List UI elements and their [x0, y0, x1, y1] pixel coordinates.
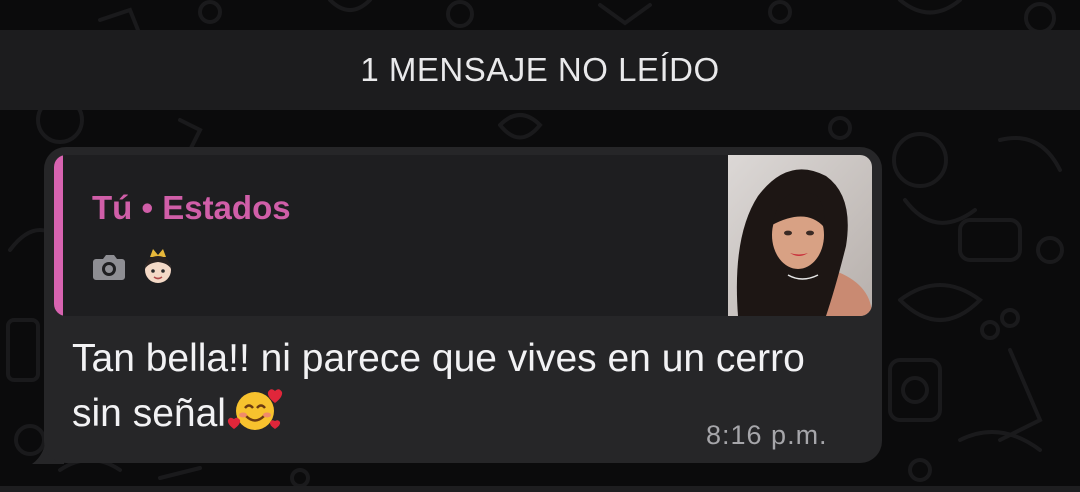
- camera-icon: [93, 255, 125, 280]
- status-photo-thumbnail[interactable]: [728, 155, 872, 316]
- quoted-status-reply[interactable]: Tú • Estados: [54, 155, 872, 316]
- quote-author: Tú • Estados: [92, 189, 291, 226]
- princess-emoji-icon: [145, 249, 171, 283]
- quote-meta: [92, 247, 178, 287]
- message-timestamp: 8:16 p.m.: [706, 420, 828, 450]
- unread-messages-banner: 1 MENSAJE NO LEÍDO: [0, 30, 1080, 110]
- message-body: Tan bella!! ni parece que vives en un ce…: [72, 337, 805, 435]
- smiling-face-with-hearts-emoji: [227, 389, 283, 430]
- unread-messages-label: 1 MENSAJE NO LEÍDO: [360, 51, 720, 88]
- bottom-divider: [0, 486, 1080, 492]
- chat-screen: 1 MENSAJE NO LEÍDO Tú • Estados Tan bell…: [0, 0, 1080, 492]
- quote-accent-bar: [54, 155, 63, 316]
